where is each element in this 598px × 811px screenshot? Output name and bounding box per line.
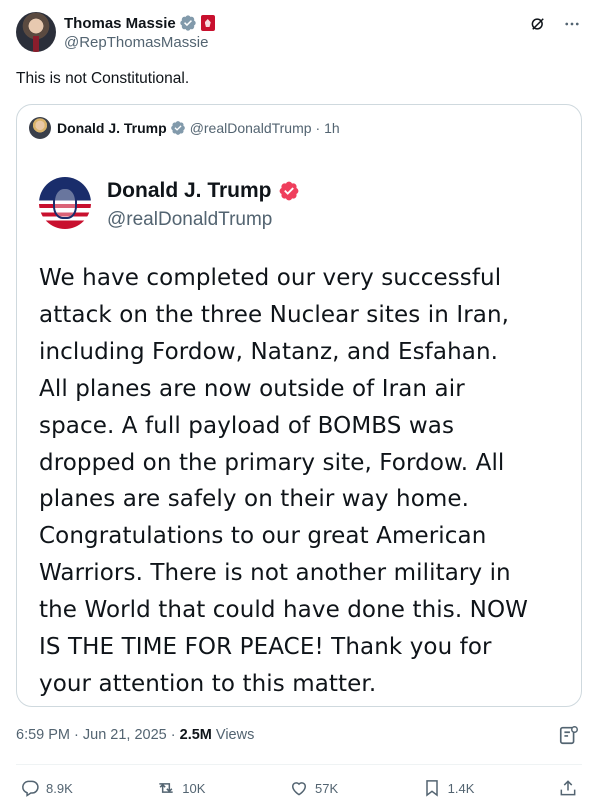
reply-count: 8.9K [46,780,73,796]
grok-icon[interactable] [528,14,548,34]
verified-icon [279,181,298,201]
quoted-time: · 1h [315,120,340,136]
bookmark-count: 1.4K [447,780,475,796]
ts-display-name: Donald J. Trump [107,179,272,202]
quoted-display-name: Donald J. Trump [57,120,167,136]
bookmark-icon [425,780,438,797]
timestamp[interactable]: 6:59 PM · Jun 21, 2025 · [16,727,180,743]
author-name-row: Thomas Massie [64,13,215,33]
more-icon[interactable] [562,14,582,34]
ts-line: IS THE TIME FOR PEACE! Thank you for [39,634,492,661]
author-display-name[interactable]: Thomas Massie [64,15,176,32]
views-count: 2.5M [179,727,212,743]
ts-handle: @realDonaldTrump [107,209,273,230]
ts-post-text: We have completed our very successful at… [39,260,559,703]
share-button[interactable] [558,778,578,798]
analytics-icon[interactable] [558,724,580,746]
ts-line: We have completed our very successful [39,265,502,291]
tweet-header: Thomas Massie @RepThomasMassie [16,12,582,56]
party-badge-icon [200,15,215,31]
ts-line: the World that could have done this. NOW [39,597,528,624]
verified-icon [180,15,196,31]
ts-line: including Fordow, Natanz, and Esfahan. [39,338,499,365]
ts-line: Congratulations to our great American [39,523,487,550]
ts-line: Warriors. There is not another military … [39,560,511,587]
ts-line: planes are safely on their way home. [39,486,470,513]
author-handle[interactable]: @RepThomasMassie [64,34,208,51]
divider [16,764,582,765]
ts-avatar [39,177,91,229]
like-button[interactable]: 57K [289,778,338,798]
tweet-meta: 6:59 PM · Jun 21, 2025 · 2.5M Views [16,727,254,743]
ts-line: your attention to this matter. [39,670,377,697]
quoted-handle: @realDonaldTrump [189,120,312,136]
tweet-text: This is not Constitutional. [16,70,190,87]
views-label: Views [211,727,255,743]
ts-line: attack on the three Nuclear sites in Ira… [39,301,510,328]
action-bar: 8.9K 10K 57K 1.4K [20,776,578,800]
quoted-tweet[interactable]: Donald J. Trump @realDonaldTrump · 1h Do… [16,104,582,707]
quoted-header: Donald J. Trump @realDonaldTrump · 1h [29,117,340,139]
reply-button[interactable]: 8.9K [20,778,73,798]
like-icon [291,782,306,796]
bookmark-button[interactable]: 1.4K [422,778,475,798]
repost-count: 10K [182,780,206,796]
share-icon [560,780,576,796]
like-count: 57K [314,780,339,796]
quoted-avatar [29,117,51,139]
reply-icon [22,780,39,797]
verified-icon [170,121,185,135]
avatar[interactable] [16,12,56,52]
ts-line: dropped on the primary site, Fordow. All [39,449,505,476]
repost-button[interactable]: 10K [156,778,205,798]
ts-line: space. A full payload of BOMBS was [39,412,455,439]
repost-icon [159,783,173,793]
ts-line: All planes are now outside of Iran air [39,375,465,402]
